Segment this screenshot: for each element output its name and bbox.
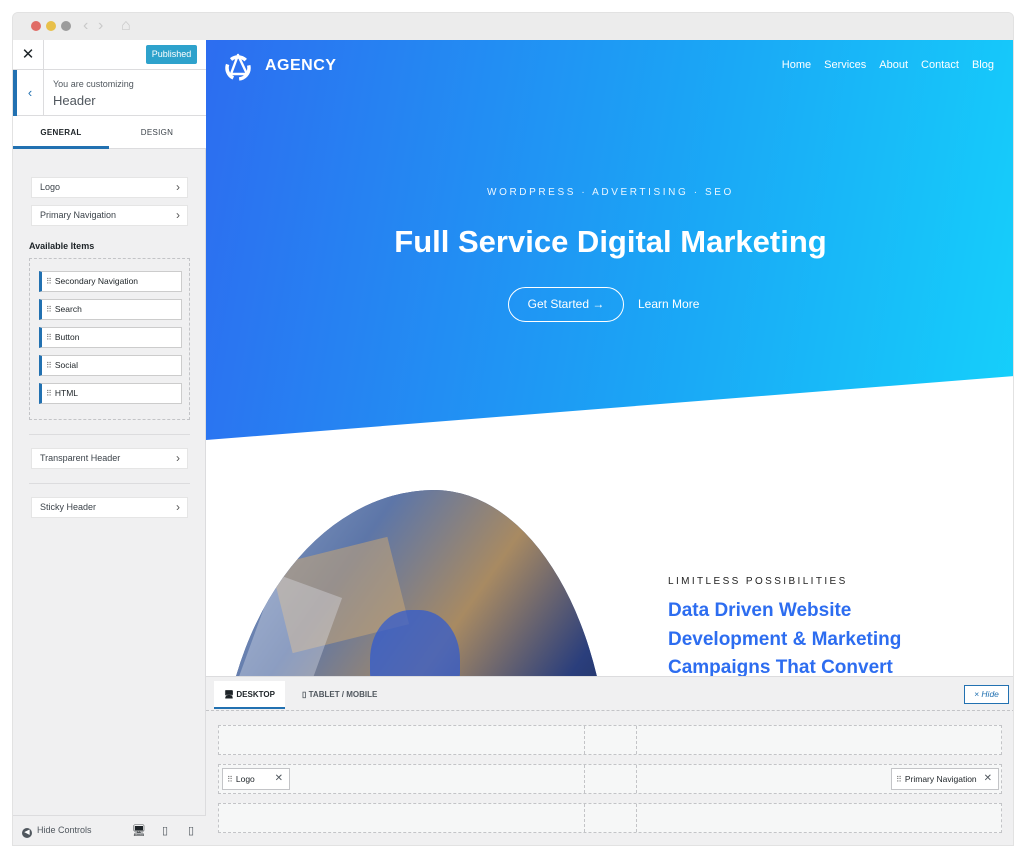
desktop-preview-icon[interactable]: 🖥 [126, 816, 152, 845]
close-customizer-button[interactable]: ✕ [13, 40, 44, 70]
available-items-box: ⠿ Secondary Navigation ⠿ Search ⠿ Button ⠿ S… [29, 258, 190, 420]
customizer-header: ✕ Published [13, 40, 206, 70]
nav-contact[interactable]: Contact [921, 59, 959, 71]
hide-controls-button[interactable]: ◀ Hide Controls [22, 825, 92, 838]
item-secondary-navigation[interactable]: ⠿ Secondary Navigation [39, 271, 182, 292]
item-button[interactable]: ⠿ Button [39, 327, 182, 348]
drag-handle-icon[interactable]: ⠿ [46, 389, 52, 398]
drag-handle-icon[interactable]: ⠿ [46, 361, 52, 370]
item-label: Button [54, 332, 80, 342]
builder-row-top[interactable] [218, 725, 1002, 755]
zoom-window-button[interactable] [61, 21, 71, 31]
minimize-window-button[interactable] [46, 21, 56, 31]
hero-eyebrow: WORDPRESS · ADVERTISING · SEO [487, 187, 734, 198]
divider [206, 710, 1013, 711]
chevron-right-icon: › [176, 208, 180, 222]
collapse-icon: ◀ [22, 828, 32, 838]
nav-services[interactable]: Services [824, 59, 866, 71]
site-brand[interactable]: AGENCY [265, 57, 336, 75]
tab-desktop[interactable]: 🖥 DESKTOP [214, 681, 285, 709]
drag-handle-icon[interactable]: ⠿ [227, 775, 233, 784]
desktop-icon: 🖥 [224, 690, 237, 699]
builder-row-bottom[interactable] [218, 803, 1002, 833]
drag-handle-icon[interactable]: ⠿ [46, 277, 52, 286]
row-label: Logo [40, 182, 61, 192]
footer-controls: ◀ Hide Controls 🖥 ▯ ▯ [13, 815, 206, 845]
chip-logo[interactable]: ⠿ Logo ✕ [222, 768, 290, 790]
item-label: HTML [54, 388, 78, 398]
section-eyebrow: LIMITLESS POSSIBILITIES [668, 576, 848, 587]
chip-primary-navigation[interactable]: ⠿ Primary Navigation ✕ [891, 768, 999, 790]
learn-more-link[interactable]: Learn More [638, 297, 699, 311]
tab-tablet-mobile[interactable]: ▯ TABLET / MOBILE [292, 681, 387, 709]
home-icon[interactable]: ⌂ [121, 17, 131, 35]
publish-button[interactable]: Published [146, 45, 197, 64]
office-photo [220, 490, 610, 676]
divider [29, 483, 190, 484]
item-html[interactable]: ⠿ HTML [39, 383, 182, 404]
customizer-sidebar: ✕ Published ‹ You are customizing Header… [13, 40, 206, 845]
divider [29, 434, 190, 435]
feature-line: Data Driven Website [668, 600, 852, 621]
context-subtitle: You are customizing [53, 79, 134, 89]
back-button[interactable]: ‹ [13, 70, 44, 116]
chip-label: Logo [235, 774, 255, 784]
chevron-right-icon: › [176, 500, 180, 514]
nav-home[interactable]: Home [782, 59, 811, 71]
feature-line: Development & Marketing [668, 628, 902, 650]
item-label: Search [54, 304, 82, 314]
primary-navigation: Home Services About Contact Blog [782, 59, 994, 71]
builder-row-main[interactable]: ⠿ Logo ✕ ⠿ Primary Navigation ✕ [218, 764, 1002, 794]
mobile-preview-icon[interactable]: ▯ [178, 816, 204, 845]
chevron-right-icon: › [176, 180, 180, 194]
settings-tabs: GENERAL DESIGN [13, 116, 206, 149]
drag-handle-icon[interactable]: ⠿ [896, 775, 902, 784]
nav-about[interactable]: About [879, 59, 908, 71]
chevron-right-icon: › [176, 451, 180, 465]
close-window-button[interactable] [31, 21, 41, 31]
site-preview: AGENCY Home Services About Contact Blog … [206, 40, 1013, 676]
row-label: Sticky Header [40, 502, 97, 512]
back-arrow-icon[interactable]: ‹ [83, 17, 88, 35]
item-search[interactable]: ⠿ Search [39, 299, 182, 320]
phone-icon: ▯ [302, 690, 309, 699]
drag-handle-icon[interactable]: ⠿ [46, 333, 52, 342]
hide-builder-button[interactable]: × Hide [964, 685, 1009, 704]
row-label: Transparent Header [40, 453, 121, 463]
row-primary-navigation[interactable]: Primary Navigation › [31, 205, 188, 226]
get-started-button[interactable]: Get Started → [508, 287, 624, 322]
browser-window: ‹ › ⌂ ✕ Published ‹ You are customizing … [12, 12, 1014, 846]
tab-general[interactable]: GENERAL [13, 116, 109, 149]
item-label: Secondary Navigation [54, 276, 139, 286]
row-sticky-header[interactable]: Sticky Header › [31, 497, 188, 518]
tab-design[interactable]: DESIGN [109, 116, 205, 149]
tab-label: DESKTOP [236, 690, 275, 699]
hide-controls-label: Hide Controls [37, 825, 92, 835]
feature-line: Campaigns That Convert [668, 657, 893, 676]
row-label: Primary Navigation [40, 210, 117, 220]
title-bar: ‹ › ⌂ [13, 13, 1013, 40]
section-context: ‹ You are customizing Header [13, 70, 206, 116]
hero-headline: Full Service Digital Marketing [394, 224, 827, 259]
agency-logo-icon[interactable] [222, 52, 254, 84]
context-title: Header [53, 93, 96, 108]
tab-label: TABLET / MOBILE [308, 690, 378, 699]
remove-icon[interactable]: ✕ [275, 769, 283, 789]
forward-arrow-icon[interactable]: › [98, 17, 103, 35]
item-label: Social [54, 360, 79, 370]
drag-handle-icon[interactable]: ⠿ [46, 305, 52, 314]
item-social[interactable]: ⠿ Social [39, 355, 182, 376]
row-logo[interactable]: Logo › [31, 177, 188, 198]
tablet-preview-icon[interactable]: ▯ [152, 816, 178, 845]
row-transparent-header[interactable]: Transparent Header › [31, 448, 188, 469]
header-builder: 🖥 DESKTOP ▯ TABLET / MOBILE × Hide ⠿ Logo… [206, 676, 1013, 845]
feature-heading: Data Driven Website Development & Market… [668, 597, 968, 676]
chip-label: Primary Navigation [904, 774, 977, 784]
nav-blog[interactable]: Blog [972, 59, 994, 71]
available-items-title: Available Items [29, 241, 95, 251]
remove-icon[interactable]: ✕ [984, 769, 992, 789]
